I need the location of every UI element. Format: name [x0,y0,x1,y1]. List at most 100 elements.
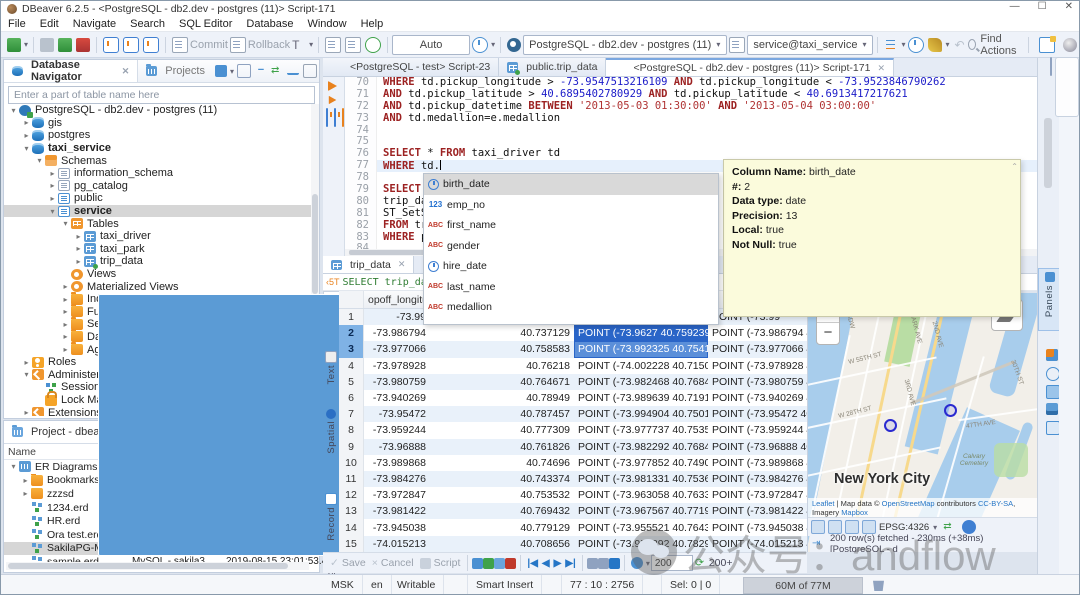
grid-cell[interactable]: POINT (-73.984276 40.743374) [708,471,807,487]
grid-cell[interactable]: POINT (-73.967567 40.771973) [574,503,708,519]
grid-cell[interactable]: -73.978928 [364,358,438,374]
grid-cell[interactable]: POINT (-73.986794 40.737129) [708,325,807,341]
commit-icon[interactable] [172,37,188,53]
tree-item[interactable]: ▸public [4,192,311,205]
code-line[interactable]: 74 [345,125,1037,137]
explain-plan-icon[interactable] [342,108,344,127]
grid-cell[interactable]: POINT (-73.978928 40.76218) [708,358,807,374]
result-view-tab-text[interactable]: Text [323,349,339,403]
twisty-icon[interactable]: ▾ [21,370,32,379]
grid-cell[interactable]: POINT (-73.96888 40.761826) [708,439,807,455]
execute-new-tab-icon[interactable] [329,96,337,105]
twisty-icon[interactable]: ▸ [21,408,32,416]
twisty-icon[interactable]: ▸ [47,181,58,190]
autocomplete-item[interactable]: hire_date [424,256,718,277]
delete-row-icon[interactable] [505,558,516,569]
result-grid[interactable]: opoff_longitude 1-73.99POINT (-73.992-73… [339,291,807,553]
grid-row[interactable]: 9-73.9688840.761826POINT (-73.982292 40.… [339,439,807,455]
grid-cell[interactable]: POINT (-73.977737 40.753544) [574,422,708,438]
grid-row[interactable]: 2-73.98679440.737129POINT (-73.9627 40.7… [339,325,807,341]
fetch-size-input[interactable]: 200 [651,555,693,571]
twisty-icon[interactable]: ▸ [60,307,71,316]
tree-item[interactable]: ▾service [4,205,311,218]
dbeaver-globe-icon[interactable] [1063,38,1077,52]
save-icon[interactable] [325,37,341,53]
tx-history-icon[interactable] [472,37,488,53]
menu-navigate[interactable]: Navigate [66,18,123,30]
panels-tab[interactable]: Panels [1038,268,1061,331]
grid-cell[interactable]: 40.76218 [438,358,574,374]
grid-cell[interactable]: -73.972847 [364,487,438,503]
twisty-icon[interactable]: ▸ [60,345,71,354]
code-line[interactable]: 73AND td.medallion=e.medallion [345,113,1037,125]
twisty-icon[interactable]: ▸ [73,257,84,266]
grid-row-number[interactable]: 14 [339,519,364,535]
save-button[interactable]: ✓Save [330,557,366,569]
bookmark-icon[interactable] [1050,57,1052,76]
zoom-out-button[interactable]: − [817,323,839,343]
editor-tab[interactable]: <PostgreSQL - db2.dev - postgres (11)> S… [606,58,894,76]
tree-item[interactable]: ▸trip_data [4,255,311,268]
grid-cell[interactable]: -73.977066 [364,341,438,357]
next-row-icon[interactable]: ▶ [554,558,562,569]
grid-cell[interactable]: 40.764671 [438,374,574,390]
grid-cell[interactable]: POINT (-73.982468 40.768456) [574,374,708,390]
twisty-icon[interactable]: ▸ [73,244,84,253]
menu-edit[interactable]: Edit [33,18,66,30]
twisty-icon[interactable]: ▾ [47,207,58,216]
map-tool-icon[interactable] [828,520,842,534]
close-button[interactable]: ✕ [1065,1,1073,12]
cancel-button[interactable]: ×Cancel [372,557,414,569]
cursor-position[interactable]: 77 : 10 : 2756 [561,575,643,594]
schema-combo[interactable]: service@taxi_service ▾ [747,35,873,55]
table-filter-input[interactable]: Enter a part of table name here [8,86,315,104]
grid-row[interactable]: 7-73.9547240.787457POINT (-73.994904 40.… [339,406,807,422]
grid-cell[interactable]: 40.777309 [438,422,574,438]
grid-row-number[interactable]: 9 [339,439,364,455]
grid-row[interactable]: 5-73.98075940.764671POINT (-73.982468 40… [339,374,807,390]
result-view-tab-record[interactable]: Record [323,491,339,557]
memory-indicator[interactable]: 60M of 77M [743,577,863,594]
result-view-tab-grid[interactable]: Grid [323,291,340,347]
epsg-dropdown[interactable]: ▾ [933,523,937,532]
export-icon[interactable] [609,558,620,569]
grid-row-number[interactable]: 5 [339,374,364,390]
prev-row-icon[interactable]: ◀ [542,558,550,569]
grid-cell[interactable]: 40.74696 [438,455,574,471]
twisty-icon[interactable]: ▾ [34,156,45,165]
grid-cell[interactable]: POINT (-73.981331 40.753639) [574,471,708,487]
layout-icon[interactable] [1046,421,1060,435]
grid-cell[interactable]: POINT (-73.977066 40.758583) [708,341,807,357]
task-list-dropdown[interactable]: ▾ [901,40,905,49]
grid-cell[interactable]: -73.95472 [364,406,438,422]
tree-item[interactable]: ▾Schemas [4,154,311,167]
grid-cell[interactable]: -73.980759 [364,374,438,390]
grid-cell[interactable]: -73.984276 [364,471,438,487]
add-row-icon[interactable] [483,558,494,569]
grid-row-number[interactable]: 6 [339,390,364,406]
last-row-icon[interactable]: ▶| [565,558,576,569]
minimize-panel-icon[interactable] [287,67,299,75]
grid-row[interactable]: 10-73.98986840.74696POINT (-73.977852 40… [339,455,807,471]
map-swap-icon[interactable]: ⇄ [943,521,955,533]
grid-cell[interactable]: POINT (-73.972847 40.753532) [708,487,807,503]
refetch-icon[interactable]: ⟳ [695,557,707,569]
save-as-icon[interactable] [345,37,361,53]
tree-item[interactable]: ▸postgres [4,129,311,142]
tab-projects[interactable]: Projects [138,60,213,82]
grid-row[interactable]: 4-73.97892840.76218POINT (-74.002228 40.… [339,358,807,374]
task-list-icon[interactable] [884,38,898,52]
commit-mode-combo[interactable]: Auto [392,35,470,55]
tree-item[interactable]: ▸taxi_driver [4,230,311,243]
editor-tab[interactable]: public.trip_data [499,58,606,76]
grid-cell[interactable]: POINT (-73.989639 40.719147) [574,390,708,406]
transaction-dropdown[interactable]: ▾ [309,40,313,49]
grid-row-number[interactable]: 3 [339,341,364,357]
grid-cell[interactable]: -73.989868 [364,455,438,471]
execute-script-new-icon[interactable] [334,108,336,127]
grid-cell[interactable]: 40.737129 [438,325,574,341]
tree-item[interactable]: ▸taxi_park [4,243,311,256]
undo-icon[interactable]: ↶ [952,38,966,52]
twisty-icon[interactable]: ▸ [60,332,71,341]
grid-row[interactable]: 3-73.97706640.758583POINT (-73.992325 40… [339,341,807,357]
